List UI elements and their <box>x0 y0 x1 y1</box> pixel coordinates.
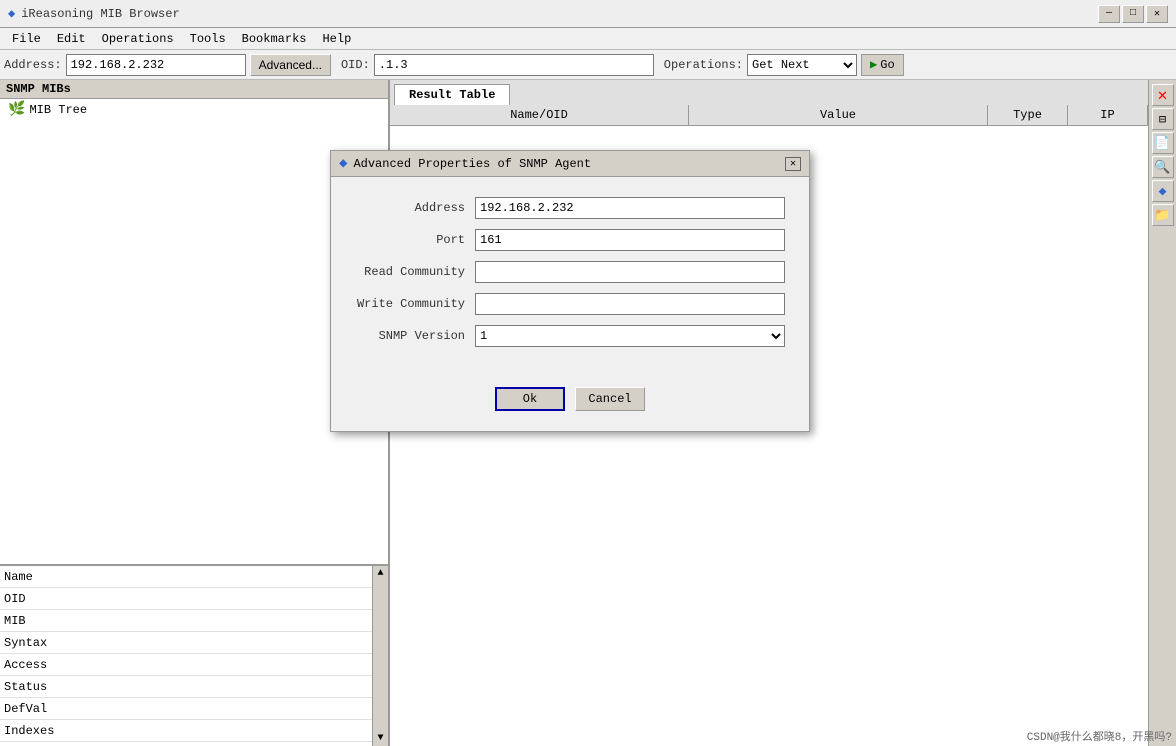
dialog-titlebar: ◆ Advanced Properties of SNMP Agent ✕ <box>331 151 809 177</box>
dialog-icon: ◆ <box>339 155 347 172</box>
form-row-address: Address <box>355 197 785 219</box>
dialog-close-button[interactable]: ✕ <box>785 157 801 171</box>
form-row-read-community: Read Community <box>355 261 785 283</box>
dialog-title: Advanced Properties of SNMP Agent <box>353 157 591 171</box>
write-community-field[interactable] <box>475 293 785 315</box>
form-row-snmp-version: SNMP Version 1 2c 3 <box>355 325 785 347</box>
dialog-title-left: ◆ Advanced Properties of SNMP Agent <box>339 155 591 172</box>
port-field[interactable] <box>475 229 785 251</box>
dialog-footer: Ok Cancel <box>331 377 809 431</box>
ok-button[interactable]: Ok <box>495 387 565 411</box>
write-community-label: Write Community <box>355 297 475 311</box>
cancel-button[interactable]: Cancel <box>575 387 645 411</box>
read-community-field[interactable] <box>475 261 785 283</box>
snmp-version-label: SNMP Version <box>355 329 475 343</box>
address-field-label: Address <box>355 201 475 215</box>
form-row-write-community: Write Community <box>355 293 785 315</box>
address-field[interactable] <box>475 197 785 219</box>
read-community-label: Read Community <box>355 265 475 279</box>
snmp-version-select[interactable]: 1 2c 3 <box>475 325 785 347</box>
advanced-properties-dialog: ◆ Advanced Properties of SNMP Agent ✕ Ad… <box>330 150 810 432</box>
port-field-label: Port <box>355 233 475 247</box>
form-row-port: Port <box>355 229 785 251</box>
dialog-body: Address Port Read Community Write Commun… <box>331 177 809 377</box>
